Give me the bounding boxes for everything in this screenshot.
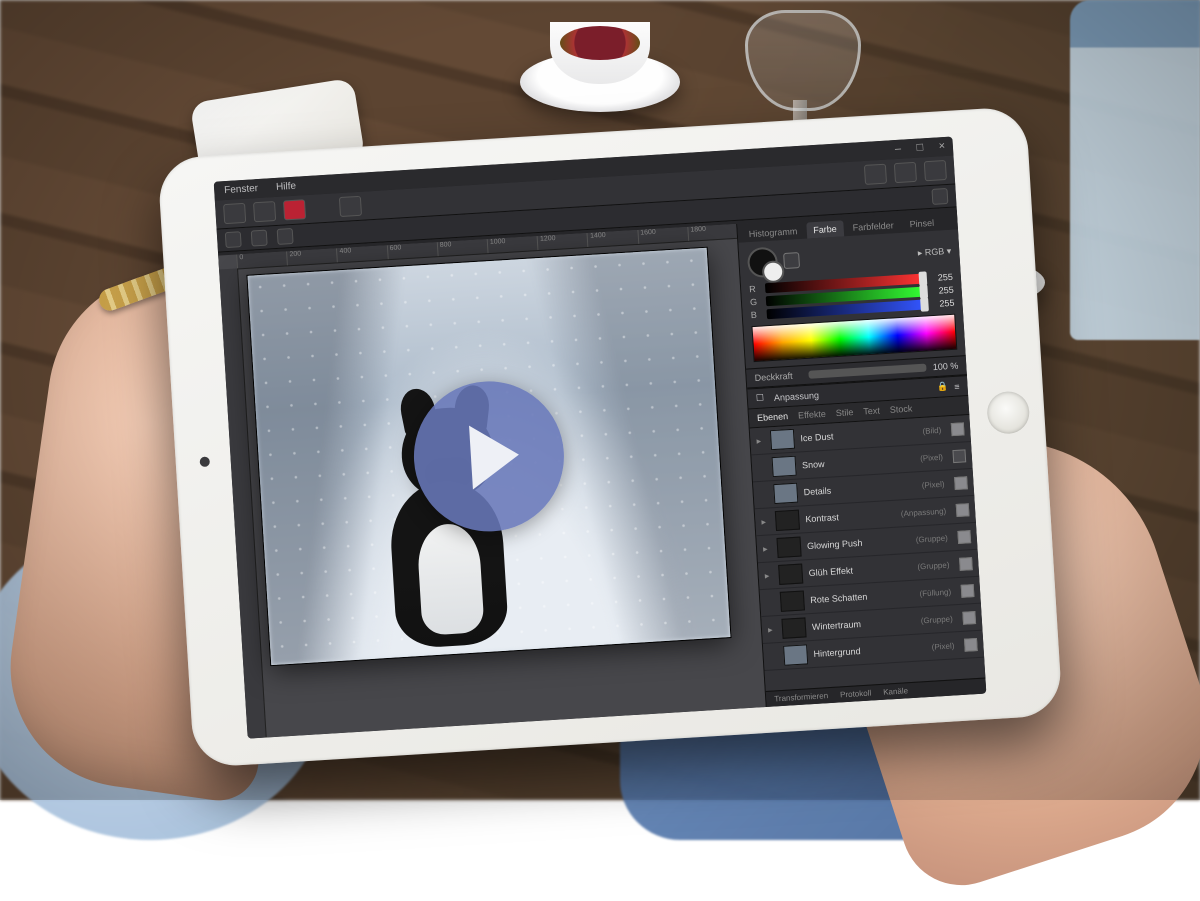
layer-name: Glowing Push	[807, 535, 910, 551]
workspace: 0 200 400 600 800 1000 1200 1400 1600 18…	[218, 224, 767, 739]
window-close-icon[interactable]: ×	[935, 140, 950, 153]
toolbar-button[interactable]	[339, 196, 362, 217]
color-spectrum[interactable]	[751, 314, 957, 362]
toolbar-button[interactable]	[864, 164, 887, 185]
layer-thumbnail	[772, 456, 797, 477]
opacity-slider[interactable]	[808, 364, 927, 379]
visibility-checkbox[interactable]	[952, 449, 966, 463]
layer-type: (Gruppe)	[920, 614, 953, 625]
layer-thumbnail	[780, 590, 805, 611]
expand-arrow-icon[interactable]: ▸	[763, 543, 772, 554]
layer-type: (Pixel)	[922, 479, 945, 489]
ruler-tick: 1200	[537, 233, 588, 250]
visibility-checkbox[interactable]	[959, 557, 973, 571]
layers-list: ▸ Ice Dust (Bild) Snow (Pixel) Details (Pixel)…	[750, 415, 986, 691]
layer-thumbnail	[773, 483, 798, 504]
ruler-tick: 600	[386, 242, 437, 259]
color-mode-dropdown[interactable]: ▸ RGB ▾	[917, 245, 951, 258]
layer-thumbnail	[781, 617, 806, 638]
toolbar-button[interactable]	[253, 201, 276, 222]
tab-stile[interactable]: Stile	[836, 407, 854, 418]
visibility-checkbox[interactable]	[951, 422, 965, 436]
toolbar-button[interactable]	[283, 199, 306, 220]
visibility-checkbox[interactable]	[961, 584, 975, 598]
ipad-home-button[interactable]	[986, 390, 1030, 434]
canvas-image[interactable]	[247, 248, 730, 665]
context-button[interactable]	[225, 231, 242, 248]
layer-type: (Füllung)	[919, 587, 951, 598]
tab-text[interactable]: Text	[863, 405, 880, 416]
foreground-background-swatch[interactable]	[747, 246, 779, 278]
visibility-checkbox[interactable]	[954, 476, 968, 490]
toolbar-button[interactable]	[894, 162, 917, 183]
visibility-checkbox[interactable]	[956, 503, 970, 517]
layer-thumbnail	[770, 429, 795, 450]
visibility-checkbox[interactable]	[962, 611, 976, 625]
layer-name: Glüh Effekt	[808, 562, 911, 578]
ruler-tick: 800	[437, 239, 488, 256]
opacity-label: Deckkraft	[754, 370, 803, 383]
tab-ebenen[interactable]: Ebenen	[757, 411, 789, 423]
layer-name: Kontrast	[805, 509, 895, 524]
toolbar-button[interactable]	[924, 160, 947, 181]
layer-type: (Anpassung)	[901, 506, 947, 518]
layer-name: Ice Dust	[800, 426, 917, 443]
layer-thumbnail	[776, 537, 801, 558]
ruler-tick: 1600	[637, 227, 688, 244]
expand-arrow-icon[interactable]: ▸	[768, 624, 777, 635]
layer-type: (Gruppe)	[916, 533, 949, 544]
context-button[interactable]	[931, 188, 948, 205]
color-panel: ▸ RGB ▾ R 255 G 255 B 255	[738, 229, 965, 368]
layer-type: (Pixel)	[920, 452, 943, 462]
ruler-tick: 0	[236, 251, 287, 268]
context-button[interactable]	[251, 230, 268, 247]
eyedropper-icon[interactable]	[783, 252, 800, 269]
tab-effekte[interactable]: Effekte	[798, 409, 826, 421]
toolbar-button[interactable]	[223, 203, 246, 224]
visibility-checkbox[interactable]	[964, 637, 978, 651]
tab-transformieren[interactable]: Transformieren	[774, 691, 828, 703]
expand-arrow-icon[interactable]: ▸	[764, 570, 773, 581]
layer-name: Snow	[802, 453, 915, 470]
context-button[interactable]	[277, 228, 294, 245]
layer-thumbnail	[775, 510, 800, 531]
tab-protokoll[interactable]: Protokoll	[840, 689, 872, 700]
window-minimize-icon[interactable]: –	[891, 142, 906, 155]
window-maximize-icon[interactable]: □	[913, 141, 928, 154]
lock-icon[interactable]: 🔒	[937, 381, 949, 393]
layer-name: Details	[803, 480, 916, 497]
layer-thumbnail	[778, 564, 803, 585]
layer-name: Rote Schatten	[810, 589, 914, 605]
blend-mode-dropdown[interactable]: Anpassung	[774, 390, 820, 403]
layer-type: (Gruppe)	[917, 560, 950, 571]
layer-name: Hintergrund	[813, 642, 926, 659]
layer-name: Wintertraum	[812, 616, 915, 632]
right-panel-stack: Histogramm Farbe Farbfelder Pinsel ▸ RGB…	[736, 210, 986, 707]
ipad-camera	[199, 456, 210, 467]
ruler-tick: 200	[286, 248, 337, 265]
layer-thumbnail	[783, 644, 808, 665]
layer-type: (Bild)	[922, 425, 941, 435]
expand-arrow-icon[interactable]: ▸	[756, 435, 765, 446]
visibility-checkbox[interactable]	[957, 530, 971, 544]
app-screen: – □ × Fenster Hilfe	[214, 137, 987, 739]
ruler-tick: 1800	[687, 224, 738, 241]
layer-type: (Pixel)	[931, 641, 954, 651]
ruler-tick: 1000	[487, 236, 538, 253]
tab-stock[interactable]: Stock	[889, 404, 912, 415]
ipad-device: – □ × Fenster Hilfe	[157, 106, 1063, 768]
tab-kanaele[interactable]: Kanäle	[883, 686, 908, 697]
menu-hilfe[interactable]: Hilfe	[276, 181, 297, 193]
ruler-tick: 400	[336, 245, 387, 262]
expand-arrow-icon[interactable]: ▸	[761, 516, 770, 527]
ruler-tick: 1400	[587, 230, 638, 247]
panel-menu-icon[interactable]: ≡	[954, 381, 960, 391]
opacity-value: 100 %	[933, 361, 959, 373]
menu-fenster[interactable]: Fenster	[224, 183, 259, 196]
